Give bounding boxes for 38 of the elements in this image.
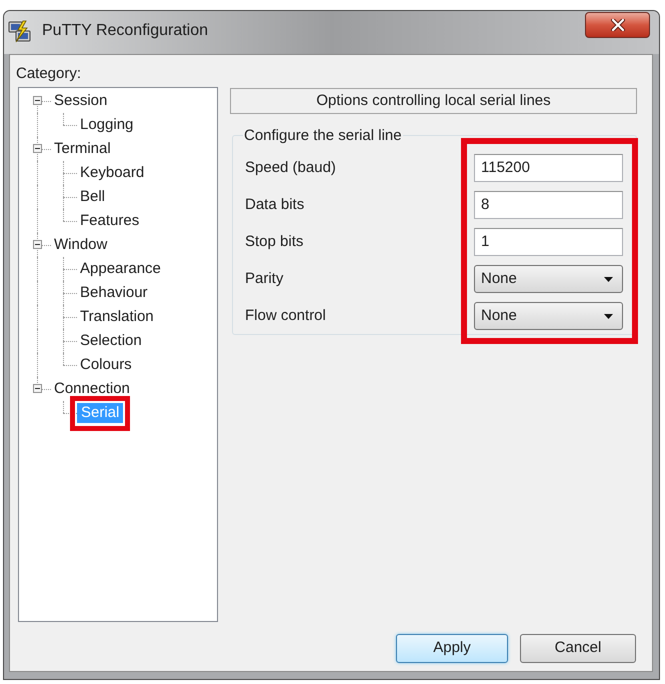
tree-item[interactable]: Bell: [77, 187, 108, 207]
tree-item[interactable]: Appearance: [77, 259, 164, 279]
input-field[interactable]: 8: [474, 191, 623, 219]
tree-item[interactable]: Translation: [77, 307, 157, 327]
collapse-icon[interactable]: [33, 96, 42, 105]
caret-icon: [604, 314, 613, 318]
tree-item[interactable]: Connection: [51, 379, 133, 399]
group-title: Configure the serial line: [243, 127, 403, 144]
dropdown[interactable]: None: [474, 302, 623, 330]
dropdown[interactable]: None: [474, 265, 623, 293]
collapse-icon[interactable]: [33, 240, 42, 249]
field-label: Data bits: [245, 194, 304, 215]
window-title: PuTTY Reconfiguration: [42, 21, 208, 41]
collapse-icon[interactable]: [33, 144, 42, 153]
tree-item[interactable]: Logging: [77, 115, 136, 135]
tree-item[interactable]: Selection: [77, 331, 145, 351]
close-icon: [610, 19, 624, 31]
tree-item[interactable]: Behaviour: [77, 283, 151, 303]
field-label: Parity: [245, 268, 284, 289]
tree-item[interactable]: Window: [51, 235, 110, 255]
field-label: Flow control: [245, 306, 326, 326]
section-header: Options controlling local serial lines: [230, 88, 637, 114]
field-label: Stop bits: [245, 232, 304, 252]
tree-item[interactable]: Session: [51, 91, 110, 111]
tree-item[interactable]: Colours: [77, 355, 135, 375]
tree-item[interactable]: Keyboard: [77, 163, 148, 183]
computers-lightning-icon: [8, 20, 32, 44]
category-label: Category:: [16, 65, 82, 82]
input-field[interactable]: 115200: [474, 154, 623, 182]
field-label: Speed (baud): [245, 158, 336, 178]
tree-item[interactable]: Terminal: [51, 139, 114, 159]
tree-item[interactable]: Features: [77, 211, 142, 231]
dialog-button[interactable]: Cancel: [520, 634, 636, 663]
input-field[interactable]: 1: [474, 228, 623, 256]
close-button[interactable]: [585, 12, 650, 38]
collapse-icon[interactable]: [33, 384, 42, 393]
caret-icon: [604, 276, 613, 282]
dialog-button[interactable]: Apply: [396, 634, 508, 663]
